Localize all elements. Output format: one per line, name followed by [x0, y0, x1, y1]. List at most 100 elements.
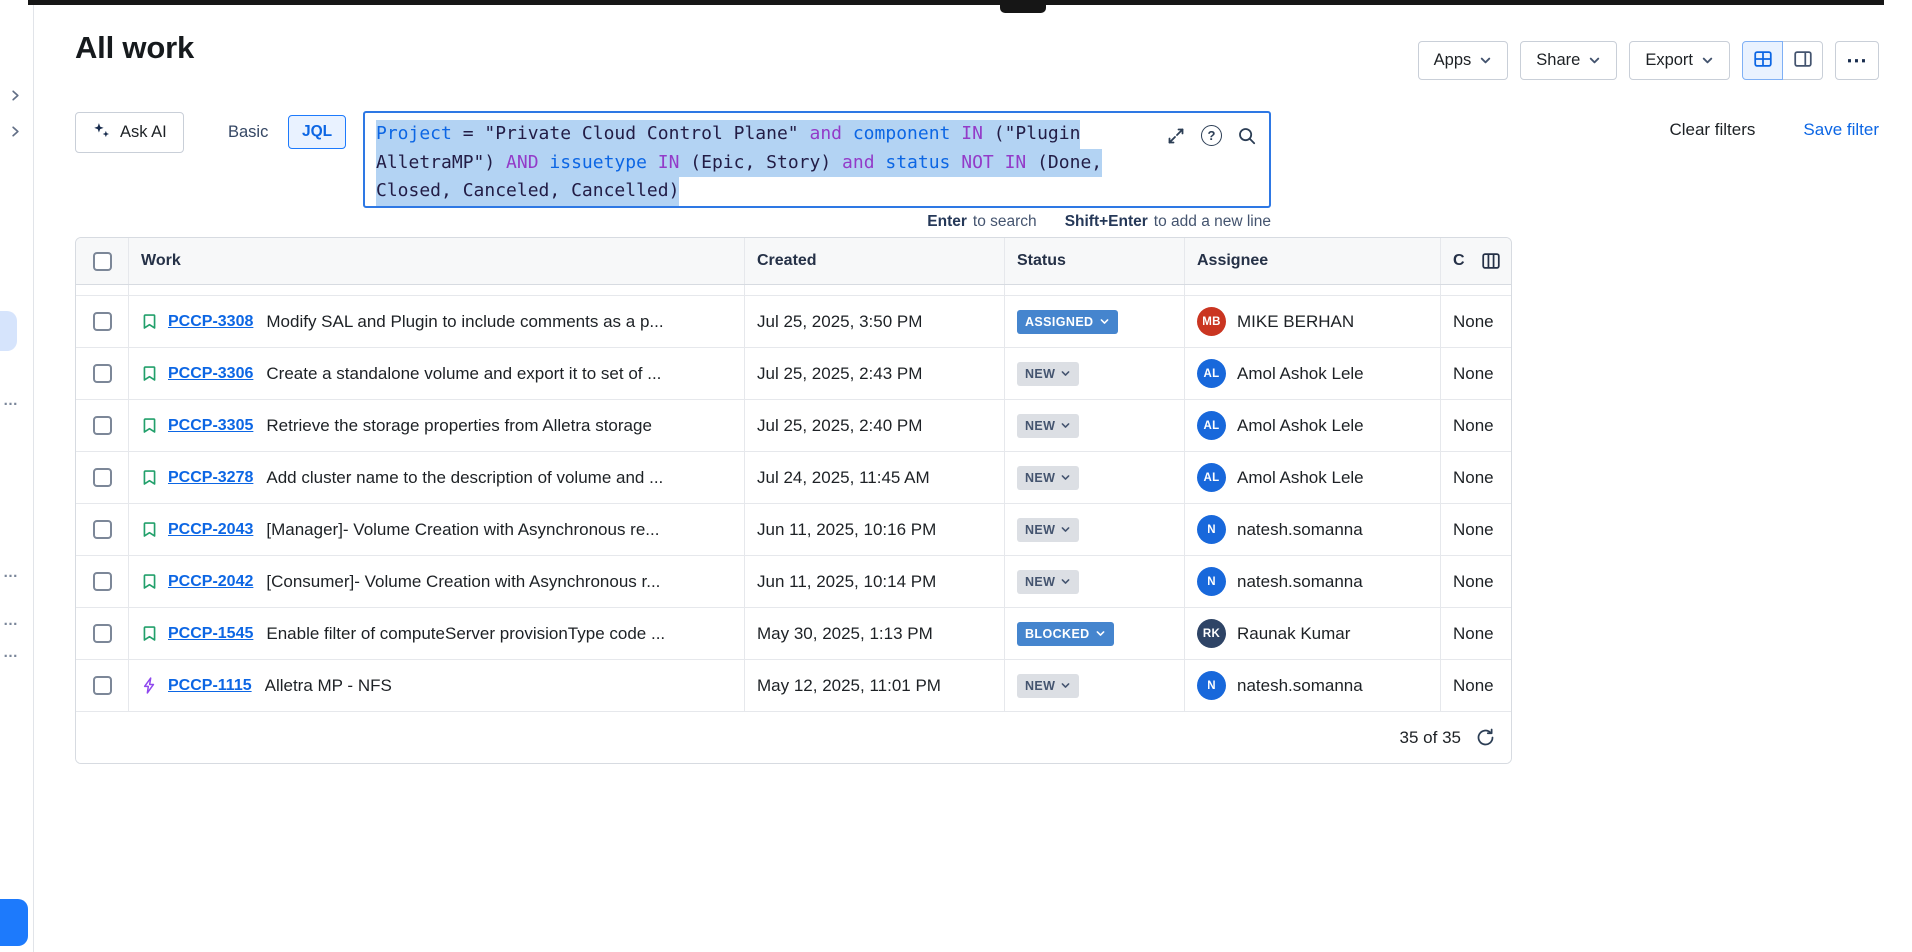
checkbox-cell: [76, 608, 129, 659]
comments-cell: None: [1441, 452, 1511, 503]
issue-summary[interactable]: Modify SAL and Plugin to include comment…: [266, 312, 663, 332]
status-cell: NEW: [1005, 556, 1185, 607]
more-actions-button[interactable]: ⋯: [1835, 41, 1879, 80]
checkbox-cell: [76, 452, 129, 503]
jql-token: (Done,: [1037, 152, 1102, 173]
row-checkbox[interactable]: [93, 676, 112, 695]
app-window: … … … … All work Apps Share Export ⋯: [0, 0, 1912, 952]
syntax-help-icon[interactable]: ?: [1201, 125, 1222, 146]
row-checkbox[interactable]: [93, 468, 112, 487]
jql-token: component: [853, 123, 951, 144]
status-dropdown[interactable]: NEW: [1017, 518, 1079, 542]
status-dropdown[interactable]: NEW: [1017, 674, 1079, 698]
column-header-created[interactable]: Created: [745, 238, 1005, 284]
issue-key-link[interactable]: PCCP-1115: [168, 677, 252, 695]
detail-view-button[interactable]: [1782, 41, 1823, 80]
filter-actions: Clear filters Save filter: [1669, 120, 1879, 140]
column-header-assignee[interactable]: Assignee: [1185, 238, 1441, 284]
status-dropdown[interactable]: NEW: [1017, 362, 1079, 386]
column-header-status[interactable]: Status: [1005, 238, 1185, 284]
sidebar-bottom-button[interactable]: [0, 899, 28, 946]
apps-button[interactable]: Apps: [1418, 41, 1509, 80]
ellipsis-icon: …: [3, 613, 19, 628]
issue-key-link[interactable]: PCCP-3278: [168, 469, 253, 487]
share-button[interactable]: Share: [1520, 41, 1617, 80]
status-dropdown[interactable]: NEW: [1017, 570, 1079, 594]
issue-summary[interactable]: Retrieve the storage properties from All…: [266, 416, 652, 436]
row-checkbox[interactable]: [93, 520, 112, 539]
row-checkbox[interactable]: [93, 364, 112, 383]
story-icon: [140, 572, 159, 591]
status-dropdown[interactable]: NEW: [1017, 414, 1079, 438]
table-view-button[interactable]: [1742, 41, 1783, 80]
issue-key-link[interactable]: PCCP-3308: [168, 313, 253, 331]
checkbox-cell: [76, 504, 129, 555]
issue-summary[interactable]: [Consumer]- Volume Creation with Asynchr…: [266, 572, 660, 592]
epic-icon: [140, 676, 159, 695]
assignee-cell: ALAmol Ashok Lele: [1185, 452, 1441, 503]
sidebar-active-item[interactable]: [0, 311, 17, 351]
issue-key-link[interactable]: PCCP-2042: [168, 573, 253, 591]
ellipsis-icon: …: [3, 645, 19, 660]
issue-summary[interactable]: Create a standalone volume and export it…: [266, 364, 661, 384]
search-icon[interactable]: [1237, 126, 1257, 146]
created-cell: Jun 11, 2025, 10:16 PM: [745, 504, 1005, 555]
enter-hint: Enter to search: [927, 213, 1036, 231]
avatar: N: [1197, 671, 1226, 700]
issue-summary[interactable]: Alletra MP - NFS: [265, 676, 392, 696]
clipped-cell: [1005, 285, 1185, 295]
issue-summary[interactable]: Enable filter of computeServer provision…: [266, 624, 665, 644]
story-icon: [140, 312, 159, 331]
column-settings-button[interactable]: [1478, 248, 1504, 274]
status-dropdown[interactable]: ASSIGNED: [1017, 310, 1118, 334]
save-filter-button[interactable]: Save filter: [1803, 120, 1879, 140]
issue-key-link[interactable]: PCCP-2043: [168, 521, 253, 539]
assignee-name: MIKE BERHAN: [1237, 312, 1354, 332]
checkbox-cell: [76, 660, 129, 711]
created-cell: Jun 11, 2025, 10:14 PM: [745, 556, 1005, 607]
basic-mode-button[interactable]: Basic: [214, 112, 282, 153]
row-checkbox[interactable]: [93, 312, 112, 331]
column-header-status-label: Status: [1017, 252, 1066, 270]
table-footer: 35 of 35: [76, 712, 1511, 763]
status-dropdown[interactable]: BLOCKED: [1017, 622, 1114, 646]
jql-editor-actions: ?: [1166, 125, 1257, 146]
editor-hints: Enter to search Shift+Enter to add a new…: [363, 213, 1271, 231]
issue-key-link[interactable]: PCCP-3306: [168, 365, 253, 383]
export-button-label: Export: [1645, 51, 1693, 70]
table-body: PCCP-3308 Modify SAL and Plugin to includ…: [76, 296, 1511, 712]
ask-ai-button[interactable]: Ask AI: [75, 112, 184, 153]
issue-key-link[interactable]: PCCP-1545: [168, 625, 253, 643]
export-button[interactable]: Export: [1629, 41, 1730, 80]
row-count: 35 of 35: [1400, 728, 1461, 748]
column-header-work[interactable]: Work: [129, 238, 745, 284]
jql-token: "Private Cloud Control Plane": [484, 123, 798, 144]
row-checkbox[interactable]: [93, 624, 112, 643]
jql-editor[interactable]: Project = "Private Cloud Control Plane" …: [363, 111, 1271, 208]
jql-mode-button[interactable]: JQL: [288, 115, 346, 149]
issue-key-link[interactable]: PCCP-3305: [168, 417, 253, 435]
chevron-down-icon: [1479, 54, 1492, 67]
jql-token: Closed, Canceled, Cancelled): [376, 180, 679, 201]
table-row: PCCP-2042 [Consumer]- Volume Creation wit…: [76, 556, 1511, 608]
jql-query-text[interactable]: Project = "Private Cloud Control Plane" …: [376, 120, 1102, 206]
chevron-down-icon: [1701, 54, 1714, 67]
sidebar-view-icon: [1792, 48, 1814, 73]
refresh-icon[interactable]: [1475, 727, 1496, 748]
jql-token: AlletraMP"): [376, 152, 506, 173]
status-dropdown[interactable]: NEW: [1017, 466, 1079, 490]
chevron-right-icon[interactable]: [9, 89, 22, 102]
select-all-checkbox[interactable]: [93, 252, 112, 271]
row-checkbox[interactable]: [93, 416, 112, 435]
table-row: PCCP-3306 Create a standalone volume and …: [76, 348, 1511, 400]
expand-editor-icon[interactable]: [1166, 126, 1186, 146]
chevron-right-icon[interactable]: [9, 125, 22, 138]
jql-token: (Epic, Story): [690, 152, 842, 173]
row-checkbox[interactable]: [93, 572, 112, 591]
clipped-cell: [1185, 285, 1441, 295]
clear-filters-button[interactable]: Clear filters: [1669, 120, 1755, 140]
issue-summary[interactable]: [Manager]- Volume Creation with Asynchro…: [266, 520, 659, 540]
avatar: MB: [1197, 307, 1226, 336]
issue-summary[interactable]: Add cluster name to the description of v…: [266, 468, 663, 488]
jql-token: issuetype: [549, 152, 657, 173]
